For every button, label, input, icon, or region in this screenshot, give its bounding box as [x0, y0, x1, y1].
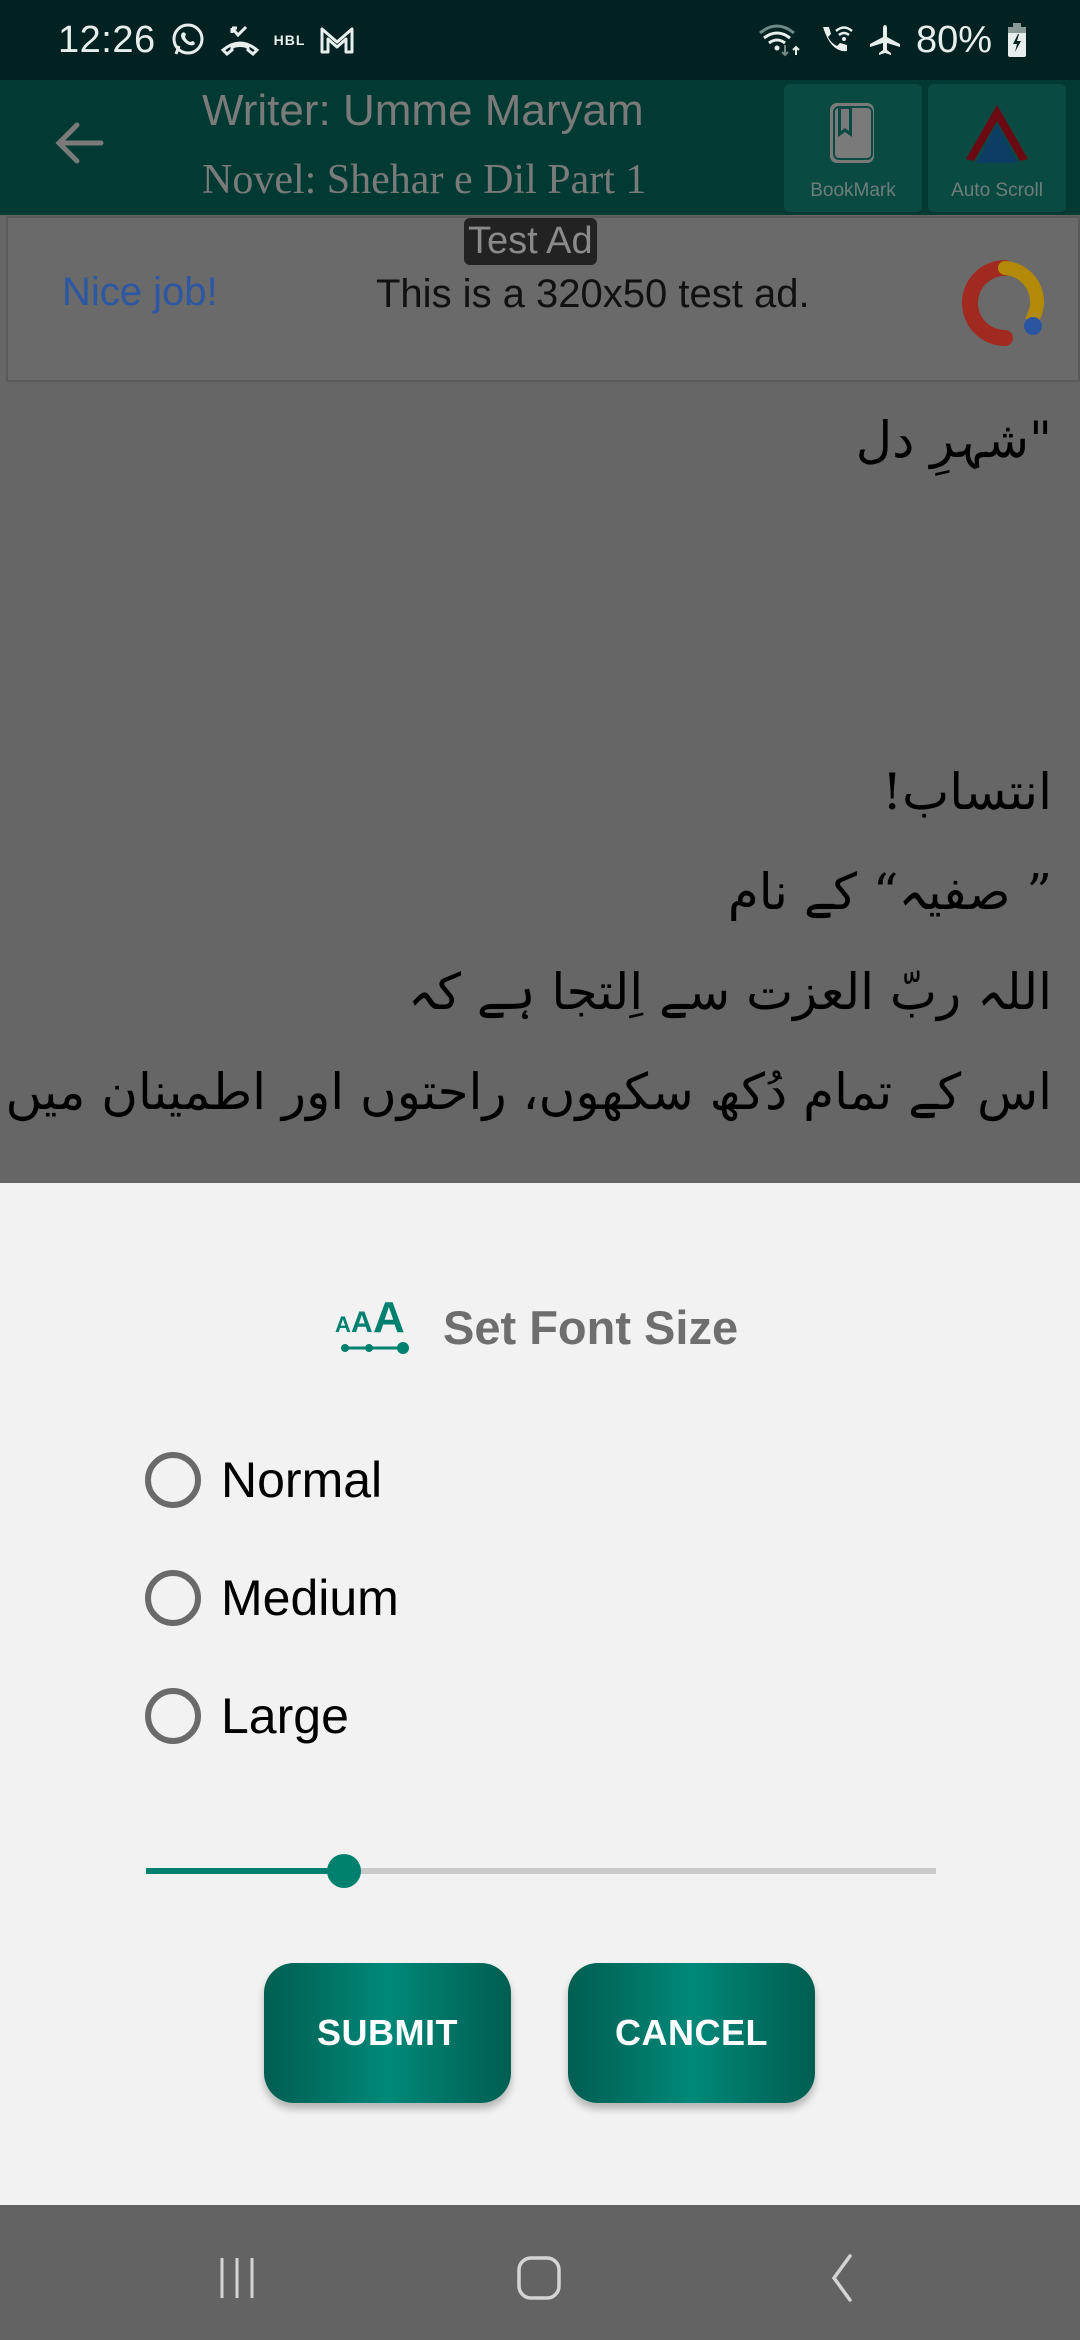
submit-button[interactable]: SUBMIT — [264, 1963, 511, 2103]
back-button[interactable] — [40, 110, 120, 180]
status-bar: 12:26 HBL 80% — [0, 0, 1080, 80]
radio-label-large: Large — [221, 1688, 349, 1744]
battery-percent: 80% — [915, 18, 992, 61]
recents-icon — [212, 2253, 262, 2308]
hbl-icon: HBL — [273, 32, 306, 48]
slider-fill — [146, 1868, 344, 1874]
home-icon — [514, 2253, 564, 2308]
bookmark-book-icon — [824, 99, 882, 174]
cancel-button[interactable]: CANCEL — [568, 1963, 815, 2103]
ad-headline[interactable]: Nice job! — [62, 270, 218, 315]
wifi-icon — [758, 23, 804, 57]
radio-label-medium: Medium — [221, 1570, 399, 1626]
auto-scroll-button[interactable]: Auto Scroll — [928, 84, 1066, 212]
radio-circle[interactable] — [145, 1452, 201, 1508]
dialog-title: Set Font Size — [443, 1301, 739, 1354]
novel-content: "شہرِ دل انتساب! ” صفیہ“ کے نام اللہ ربّ… — [0, 383, 1080, 1183]
auto-scroll-label: Auto Scroll — [951, 180, 1043, 201]
nav-back-button[interactable] — [796, 2245, 886, 2315]
bookmark-label: BookMark — [810, 180, 896, 201]
novel-subtitle: Novel: Shehar e Dil Part 1 — [202, 157, 647, 203]
missed-call-icon — [220, 24, 260, 56]
radio-normal[interactable]: Normal — [145, 1451, 382, 1509]
airplane-icon — [868, 23, 902, 57]
content-line-4: اللہ ربّ العزت سے اِلتجا ہے کہ — [407, 963, 1052, 1021]
content-line-5: اس کے تمام دُکھ سکھوں، راحتوں اور اطمینا… — [5, 1063, 1052, 1121]
status-left: 12:26 HBL — [58, 19, 355, 62]
status-right: 80% — [758, 19, 1028, 62]
font-size-icon: AAA — [333, 1290, 423, 1365]
recents-button[interactable] — [192, 2245, 282, 2315]
screen: 12:26 HBL 80% Writer: Umme Maryam Novel:… — [0, 0, 1080, 2340]
radio-circle[interactable] — [145, 1570, 201, 1626]
arrow-left-icon — [55, 121, 105, 170]
admob-logo-icon — [955, 258, 1045, 353]
home-button[interactable] — [494, 2245, 584, 2315]
battery-charging-icon — [1006, 22, 1028, 58]
bookmark-button[interactable]: BookMark — [784, 84, 922, 212]
content-line-3: ” صفیہ“ کے نام — [727, 863, 1052, 921]
slider-thumb[interactable] — [326, 1854, 361, 1888]
status-time: 12:26 — [58, 18, 156, 61]
system-nav-bar — [0, 2205, 1080, 2340]
writer-title: Writer: Umme Maryam — [202, 86, 644, 135]
radio-label-normal: Normal — [221, 1452, 383, 1508]
gmail-icon — [319, 25, 355, 55]
back-icon — [816, 2253, 866, 2308]
radio-large[interactable]: Large — [145, 1687, 349, 1745]
content-line-1: "شہرِ دل — [855, 411, 1052, 469]
svg-text:A: A — [351, 1306, 373, 1339]
font-size-slider[interactable] — [146, 1838, 936, 1908]
app-bar: Writer: Umme Maryam Novel: Shehar e Dil … — [0, 80, 1080, 215]
wifi-calling-icon — [818, 23, 854, 57]
svg-text:A: A — [373, 1293, 405, 1342]
ad-text[interactable]: This is a 320x50 test ad. — [376, 272, 810, 317]
radio-medium[interactable]: Medium — [145, 1569, 399, 1627]
svg-text:A: A — [335, 1312, 351, 1337]
content-line-2: انتساب! — [882, 763, 1052, 821]
whatsapp-icon — [170, 22, 206, 58]
auto-scroll-icon — [962, 103, 1032, 174]
dialog-header: AAA Set Font Size — [333, 1290, 738, 1365]
radio-circle[interactable] — [145, 1688, 201, 1744]
test-ad-badge: Test Ad — [464, 218, 597, 265]
